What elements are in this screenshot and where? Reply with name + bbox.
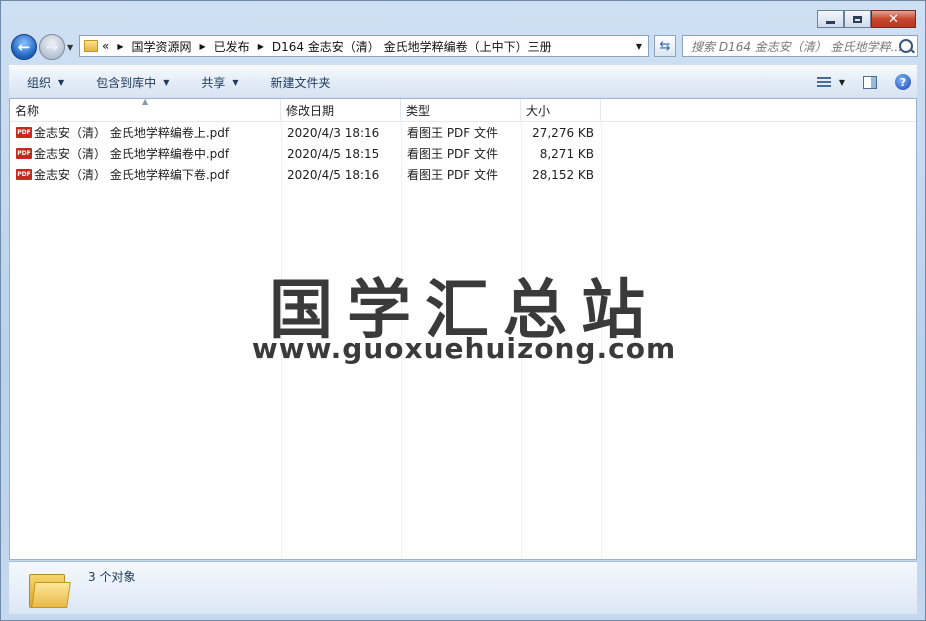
file-name: 金志安（清） 金氏地学粹编卷中.pdf [34,147,230,161]
column-size-label: 大小 [526,103,551,118]
chevron-down-icon: ▼ [163,77,170,87]
file-type: 看图王 PDF 文件 [407,168,499,182]
column-header-size[interactable]: 大小 [521,99,601,121]
address-bar[interactable]: « ▶ 国学资源网 ▶ 已发布 ▶ D164 金志安（清） 金氏地学粹编卷（上中… [79,35,649,57]
organize-label: 组织 [27,75,52,90]
details-pane: 3 个对象 [9,561,917,614]
item-count: 3 个对象 [88,570,136,584]
breadcrumb-item[interactable]: 已发布 [214,38,250,55]
share-label: 共享 [201,75,226,90]
navigation-row: ← → ▼ « ▶ 国学资源网 ▶ 已发布 ▶ D164 金志安（清） 金氏地学… [9,34,918,60]
folder-icon [29,570,71,608]
forward-button[interactable]: → [39,34,65,60]
breadcrumb-separator-icon[interactable]: ▶ [258,42,264,51]
view-options-icon[interactable] [816,76,831,88]
search-input[interactable]: 搜索 D164 金志安（清） 金氏地学粹... [682,35,918,57]
pdf-icon: PDF [16,127,32,138]
file-size: 28,152 KB [532,167,594,182]
file-modified: 2020/4/5 18:16 [287,167,380,182]
back-arrow-icon: ← [17,38,31,56]
refresh-button[interactable]: ⇆ [654,35,676,57]
column-header-row: 名称 ▲ 修改日期 类型 大小 [10,99,916,122]
file-row[interactable]: PDF 金志安（清） 金氏地学粹编卷中.pdf 2020/4/5 18:15 看图… [10,143,916,164]
breadcrumb: « ▶ 国学资源网 ▶ 已发布 ▶ D164 金志安（清） 金氏地学粹编卷（上中… [102,38,552,55]
column-header-name[interactable]: 名称 ▲ [10,99,281,121]
file-modified: 2020/4/3 18:16 [287,125,380,140]
column-header-type[interactable]: 类型 [401,99,521,121]
forward-arrow-icon: → [45,38,59,56]
column-modified-label: 修改日期 [286,103,335,118]
toolbar-right: ▼ ? [816,66,917,98]
maximize-button[interactable] [844,10,871,28]
search-placeholder: 搜索 D164 金志安（清） 金氏地学粹... [691,39,903,54]
explorer-window: ✕ ← → ▼ « ▶ 国学资源网 ▶ 已发布 ▶ D164 金志安（清） 金氏… [0,0,926,621]
column-name-label: 名称 [15,103,40,118]
file-row[interactable]: PDF 金志安（清） 金氏地学粹编卷上.pdf 2020/4/3 18:16 看图… [10,122,916,143]
maximize-icon [853,15,862,23]
new-folder-label: 新建文件夹 [270,75,331,90]
minimize-icon [826,20,835,24]
close-icon: ✕ [888,11,899,27]
file-size: 27,276 KB [532,125,594,140]
refresh-icon: ⇆ [659,38,671,54]
file-list[interactable]: 名称 ▲ 修改日期 类型 大小 PDF 金志安（清） 金氏地学粹编卷上.pdf 20… [9,98,917,560]
help-icon[interactable]: ? [895,74,911,90]
file-type: 看图王 PDF 文件 [407,147,499,161]
file-modified: 2020/4/5 18:15 [287,146,380,161]
folder-icon [84,40,98,52]
chevron-down-icon: ▼ [58,77,65,87]
new-folder-button[interactable]: 新建文件夹 [253,74,345,91]
preview-pane-icon[interactable] [863,75,877,89]
include-library-label: 包含到库中 [96,75,157,90]
back-button[interactable]: ← [11,34,37,60]
watermark-url: www.guoxuehuizong.com [251,332,677,365]
breadcrumb-separator-icon[interactable]: ▶ [117,42,123,51]
pdf-icon: PDF [16,148,32,159]
sort-ascending-icon: ▲ [142,98,149,106]
chevron-down-icon[interactable]: ▼ [839,78,845,87]
file-name: 金志安（清） 金氏地学粹编卷上.pdf [34,126,230,140]
command-bar: 组织 ▼ 包含到库中 ▼ 共享 ▼ 新建文件夹 ▼ ? [9,65,917,99]
address-dropdown-icon[interactable]: ▼ [636,42,642,51]
close-button[interactable]: ✕ [871,10,916,28]
file-name: 金志安（清） 金氏地学粹编下卷.pdf [34,168,230,182]
search-icon[interactable] [899,39,913,53]
column-type-label: 类型 [406,103,431,118]
chevron-down-icon: ▼ [232,77,239,87]
include-library-button[interactable]: 包含到库中 ▼ [78,74,183,91]
breadcrumb-overflow[interactable]: « [102,39,109,53]
pdf-icon: PDF [16,169,32,180]
breadcrumb-item[interactable]: D164 金志安（清） 金氏地学粹编卷（上中下）三册 [272,38,552,55]
file-type: 看图王 PDF 文件 [407,126,499,140]
organize-button[interactable]: 组织 ▼ [9,74,78,91]
column-header-modified[interactable]: 修改日期 [281,99,401,121]
file-row[interactable]: PDF 金志安（清） 金氏地学粹编下卷.pdf 2020/4/5 18:16 看图… [10,164,916,185]
minimize-button[interactable] [817,10,844,28]
breadcrumb-separator-icon[interactable]: ▶ [200,42,206,51]
recent-pages-dropdown[interactable]: ▼ [67,43,73,52]
caption-buttons: ✕ [817,10,916,28]
share-button[interactable]: 共享 ▼ [183,74,252,91]
file-size: 8,271 KB [539,146,594,161]
breadcrumb-item[interactable]: 国学资源网 [132,38,192,55]
